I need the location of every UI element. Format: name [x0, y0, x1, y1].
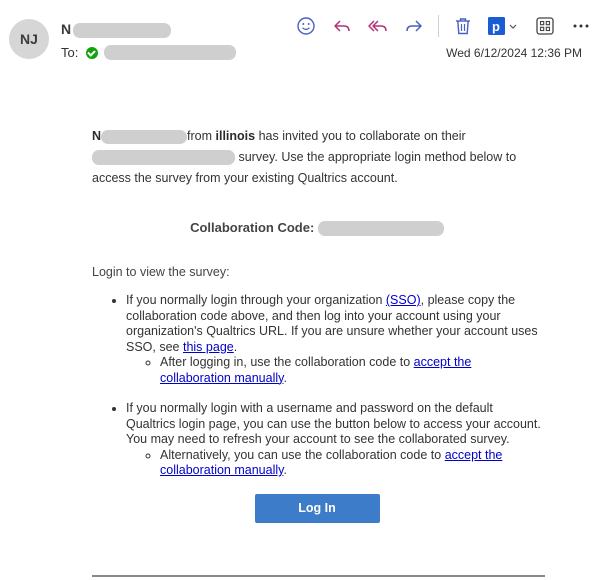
redacted-sender-name [73, 22, 172, 38]
sender-initial: N [61, 21, 72, 37]
to-label: To: [61, 45, 79, 60]
list-item: If you normally login with a username an… [126, 401, 542, 479]
svg-text:p: p [492, 19, 500, 34]
sub2-end: . [283, 463, 287, 477]
redacted-name [101, 129, 188, 144]
reply-icon[interactable] [330, 14, 354, 38]
email-body: Nfrom illinois has invited you to collab… [92, 126, 542, 523]
bullet2-text: If you normally login with a username an… [126, 401, 541, 446]
sub1-text: After logging in, use the collaboration … [160, 355, 411, 369]
login-button-wrapper: Log In [92, 493, 542, 523]
list-item: Alternatively, you can use the collabora… [160, 448, 542, 479]
sub1-end: . [283, 370, 287, 385]
intro-org: illinois [215, 129, 256, 143]
pocket-icon[interactable]: p [487, 14, 521, 38]
intro-part1: has invited you to collaborate on their [258, 129, 466, 143]
bullet1-text-c: . [233, 339, 238, 354]
delete-icon[interactable] [451, 14, 475, 38]
list-item: After logging in, use the collaboration … [160, 355, 542, 386]
sender-avatar[interactable]: NJ [9, 19, 49, 59]
list-item: If you normally login through your organ… [126, 293, 542, 386]
apps-icon[interactable] [533, 14, 557, 38]
collaboration-code-row: Collaboration Code: [92, 217, 542, 238]
redacted-collaboration-code[interactable] [317, 221, 444, 237]
recipient-row: To: [61, 45, 237, 60]
intro-from: from [187, 129, 213, 143]
log-in-button[interactable]: Log In [254, 493, 380, 523]
forward-icon[interactable] [402, 14, 426, 38]
bullet1-text-a: If you normally login through your organ… [126, 293, 383, 307]
this-page-link[interactable]: this page [183, 340, 234, 354]
sub-list: After logging in, use the collaboration … [126, 355, 542, 386]
intro-paragraph: Nfrom illinois has invited you to collab… [92, 126, 542, 189]
toolbar-divider [438, 15, 439, 37]
login-options-list: If you normally login through your organ… [92, 293, 542, 479]
redacted-survey-name [92, 150, 235, 166]
message-header: NJ N To: p Wed 6/12/2024 12:36 PM [0, 0, 611, 80]
sub-list: Alternatively, you can use the collabora… [126, 448, 542, 479]
more-icon[interactable] [569, 14, 593, 38]
sso-link[interactable]: (SSO) [386, 293, 421, 307]
collaboration-code-label: Collaboration Code: [190, 220, 315, 235]
login-title: Login to view the survey: [92, 265, 230, 279]
redacted-recipient[interactable] [104, 45, 237, 60]
emoji-icon[interactable] [294, 14, 318, 38]
message-toolbar: p [294, 14, 605, 38]
reply-all-icon[interactable] [366, 14, 390, 38]
intro-name-initial: N [92, 129, 102, 143]
presence-available-icon [86, 46, 99, 59]
divider [92, 575, 545, 577]
sender-name[interactable]: N [61, 21, 172, 38]
message-date: Wed 6/12/2024 12:36 PM [446, 46, 582, 60]
sub2-text: Alternatively, you can use the collabora… [160, 447, 442, 462]
